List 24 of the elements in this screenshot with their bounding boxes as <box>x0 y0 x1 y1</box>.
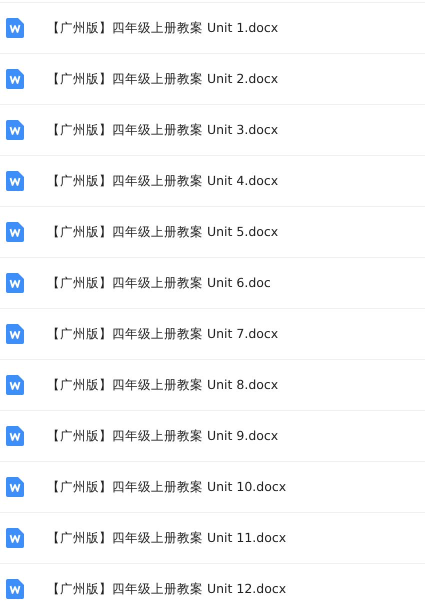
file-name[interactable]: 【广州版】四年级上册教案 Unit 12.docx <box>47 580 286 598</box>
word-document-icon <box>6 324 24 344</box>
word-document-icon <box>6 273 24 293</box>
file-name[interactable]: 【广州版】四年级上册教案 Unit 3.docx <box>47 122 278 138</box>
word-document-icon <box>6 222 24 242</box>
file-name[interactable]: 【广州版】四年级上册教案 Unit 9.docx <box>47 428 278 444</box>
word-document-icon <box>6 69 24 89</box>
word-document-icon <box>6 18 24 38</box>
word-document-icon <box>6 477 24 497</box>
word-document-icon <box>6 120 24 140</box>
file-name[interactable]: 【广州版】四年级上册教案 Unit 1.docx <box>47 20 278 36</box>
file-name[interactable]: 【广州版】四年级上册教案 Unit 6.doc <box>47 274 271 292</box>
file-name[interactable]: 【广州版】四年级上册教案 Unit 7.docx <box>47 326 278 342</box>
file-name[interactable]: 【广州版】四年级上册教案 Unit 8.docx <box>47 376 278 394</box>
word-document-icon <box>6 375 24 395</box>
word-document-icon <box>6 426 24 446</box>
file-name[interactable]: 【广州版】四年级上册教案 Unit 5.docx <box>47 224 278 240</box>
file-name[interactable]: 【广州版】四年级上册教案 Unit 2.docx <box>47 70 278 88</box>
file-name[interactable]: 【广州版】四年级上册教案 Unit 11.docx <box>47 530 286 546</box>
file-name[interactable]: 【广州版】四年级上册教案 Unit 4.docx <box>47 172 278 190</box>
word-document-icon <box>6 171 24 191</box>
word-document-icon <box>6 579 24 599</box>
file-name[interactable]: 【广州版】四年级上册教案 Unit 10.docx <box>47 478 286 496</box>
word-document-icon <box>6 528 24 548</box>
